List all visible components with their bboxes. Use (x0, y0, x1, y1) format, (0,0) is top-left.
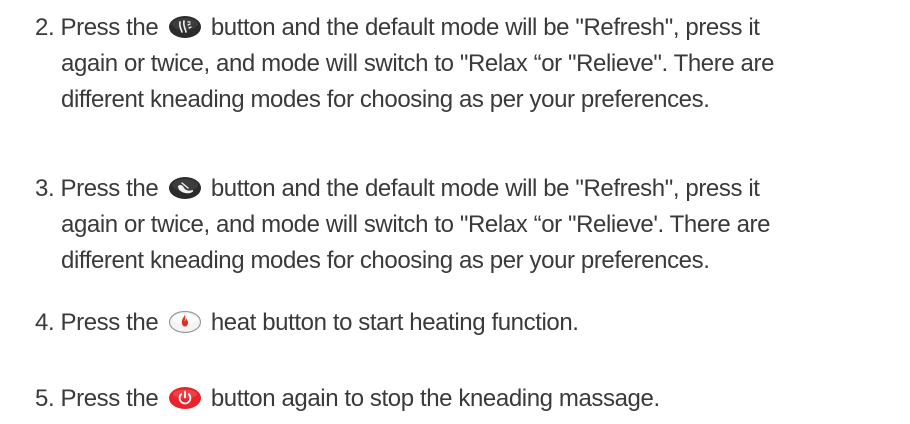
instruction-step-5: 5. Press the button again to stop the kn… (35, 381, 875, 417)
step-text: Press the (60, 175, 159, 202)
step-line: different kneading modes for choosing as… (61, 86, 710, 113)
step-line: 4. Press the heat button to start heatin… (35, 305, 875, 341)
step-text: heat button to start heating function. (210, 309, 579, 336)
instruction-step-4: 4. Press the heat button to start heatin… (35, 305, 875, 341)
step-text: Press the (60, 385, 159, 412)
step-line: 5. Press the button again to stop the kn… (35, 381, 875, 417)
step-line: 2. Press the button and the default mode… (35, 10, 875, 46)
step-line: again or twice, and mode will switch to … (61, 50, 775, 77)
step-text: button again to stop the kneading massag… (210, 385, 660, 412)
massage-mode-icon (168, 15, 202, 39)
step-line: 3. Press the button and the default mode… (35, 171, 875, 207)
step-number: 3. (35, 175, 55, 202)
foot-massage-icon (168, 176, 202, 200)
step-text: button and the default mode will be "Ref… (210, 14, 760, 41)
step-line: different kneading modes for choosing as… (61, 247, 710, 274)
step-text: button and the default mode will be "Ref… (210, 175, 760, 202)
instruction-step-2: 2. Press the button and the default mode… (35, 10, 875, 118)
instruction-step-3: 3. Press the button and the default mode… (35, 171, 875, 279)
instruction-document: 2. Press the button and the default mode… (0, 0, 910, 424)
step-text: Press the (60, 14, 159, 41)
step-number: 4. (35, 309, 55, 336)
step-line: again or twice, and mode will switch to … (61, 211, 771, 238)
step-text: Press the (60, 309, 159, 336)
step-number: 2. (35, 14, 55, 41)
step-number: 5. (35, 385, 55, 412)
heat-icon (168, 310, 202, 334)
power-icon (168, 386, 202, 410)
